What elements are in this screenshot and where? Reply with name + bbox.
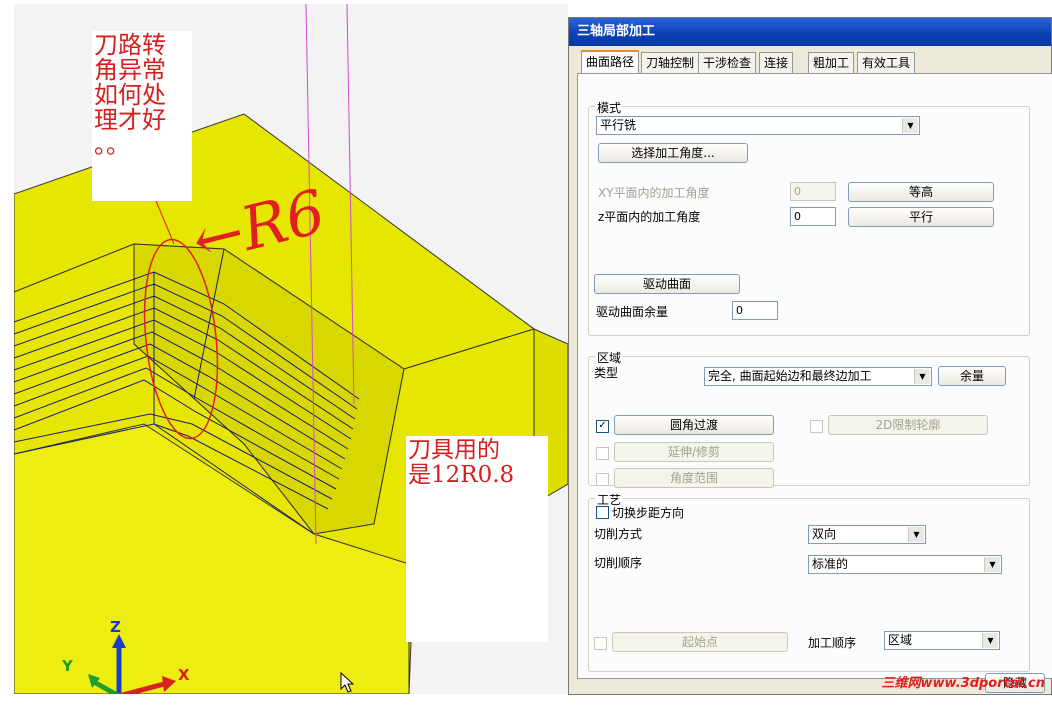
machining-order-select[interactable]: 区域 ▼: [884, 631, 1000, 650]
tab-tool-axis[interactable]: 刀轴控制: [641, 52, 700, 73]
parallel-button[interactable]: 平行: [848, 207, 994, 227]
region-type-value: 完全, 曲面起始边和最终边加工: [708, 369, 872, 383]
tab-page: 模式 平行铣 ▼ 选择加工角度... XY平面内的加工角度 0 等高 z平面内的…: [577, 73, 1052, 679]
region-type-select[interactable]: 完全, 曲面起始边和最终边加工 ▼: [704, 367, 932, 386]
pattern-select-value: 平行铣: [600, 118, 637, 132]
cut-order-value: 标准的: [812, 557, 849, 571]
fillet-button[interactable]: 圆角过渡: [614, 415, 774, 435]
tab-surface-path[interactable]: 曲面路径: [581, 50, 640, 75]
extend-trim-button[interactable]: 延伸/修剪: [614, 442, 774, 462]
pattern-select[interactable]: 平行铣 ▼: [596, 116, 920, 135]
axis-x-label: X: [178, 666, 190, 684]
cut-mode-value: 双向: [812, 527, 837, 541]
dialog-title[interactable]: 三轴局部加工: [569, 18, 1051, 46]
switch-stepover-label: 切换步距方向: [612, 506, 685, 520]
chevron-down-icon: ▼: [902, 118, 918, 133]
note-tool-info: 刀具用的 是12R0.8: [406, 436, 548, 642]
3d-viewport[interactable]: 刀路转 角异常 如何处 理才好 。。 刀具用的 是12R0.8 ←R6 Z Y …: [14, 4, 568, 694]
xy-angle-input[interactable]: 0: [790, 182, 836, 201]
fillet-checkbox[interactable]: ✓: [596, 420, 609, 433]
cut-order-select[interactable]: 标准的 ▼: [808, 555, 1002, 574]
angle-range-checkbox[interactable]: [596, 473, 609, 486]
chevron-down-icon: ▼: [908, 527, 924, 542]
switch-stepover-checkbox[interactable]: [596, 506, 609, 519]
select-angle-button[interactable]: 选择加工角度...: [598, 143, 748, 163]
watermark: 三维网www.3dportal.cn: [881, 676, 1045, 691]
chevron-down-icon: ▼: [982, 633, 998, 648]
tab-roughing[interactable]: 粗加工: [808, 52, 855, 73]
chevron-down-icon: ▼: [984, 557, 1000, 572]
axis-y-label: Y: [62, 657, 73, 675]
note-corner-issue: 刀路转 角异常 如何处 理才好 。。: [92, 31, 192, 201]
start-point-checkbox[interactable]: [594, 637, 607, 650]
z-angle-input[interactable]: 0: [790, 207, 836, 226]
cut-order-label: 切削顺序: [594, 556, 643, 570]
contour-button[interactable]: 等高: [848, 182, 994, 202]
allowance-button[interactable]: 余量: [938, 366, 1006, 386]
start-point-button[interactable]: 起始点: [612, 632, 788, 652]
chevron-down-icon: ▼: [914, 369, 930, 384]
mode-group-label: 模式: [595, 99, 624, 116]
extend-checkbox[interactable]: [596, 447, 609, 460]
cut-mode-label: 切削方式: [594, 527, 643, 541]
cut-mode-select[interactable]: 双向 ▼: [808, 525, 926, 544]
axis-z-label: Z: [110, 618, 121, 636]
drive-surface-button[interactable]: 驱动曲面: [594, 274, 740, 294]
tab-valid-tools[interactable]: 有效工具: [857, 52, 916, 73]
limit-contour-checkbox[interactable]: [810, 420, 823, 433]
z-angle-label: z平面内的加工角度: [598, 210, 701, 224]
machining-order-label: 加工顺序: [808, 636, 857, 650]
three-axis-local-machining-dialog[interactable]: 三轴局部加工 曲面路径 刀轴控制 干涉检查 连接 粗加工 有效工具 模式 平行铣…: [568, 17, 1052, 695]
limit-contour-button[interactable]: 2D限制轮廓: [828, 415, 988, 435]
tab-link[interactable]: 连接: [759, 52, 794, 73]
mouse-cursor-icon: [340, 672, 354, 693]
xy-angle-label: XY平面内的加工角度: [598, 186, 710, 200]
machining-order-value: 区域: [888, 633, 913, 647]
drive-allowance-label: 驱动曲面余量: [596, 305, 669, 319]
tab-collision-check[interactable]: 干涉检查: [698, 52, 757, 73]
angle-range-button[interactable]: 角度范围: [614, 468, 774, 488]
region-type-label: 类型: [594, 366, 619, 380]
drive-allowance-input[interactable]: 0: [732, 301, 778, 320]
